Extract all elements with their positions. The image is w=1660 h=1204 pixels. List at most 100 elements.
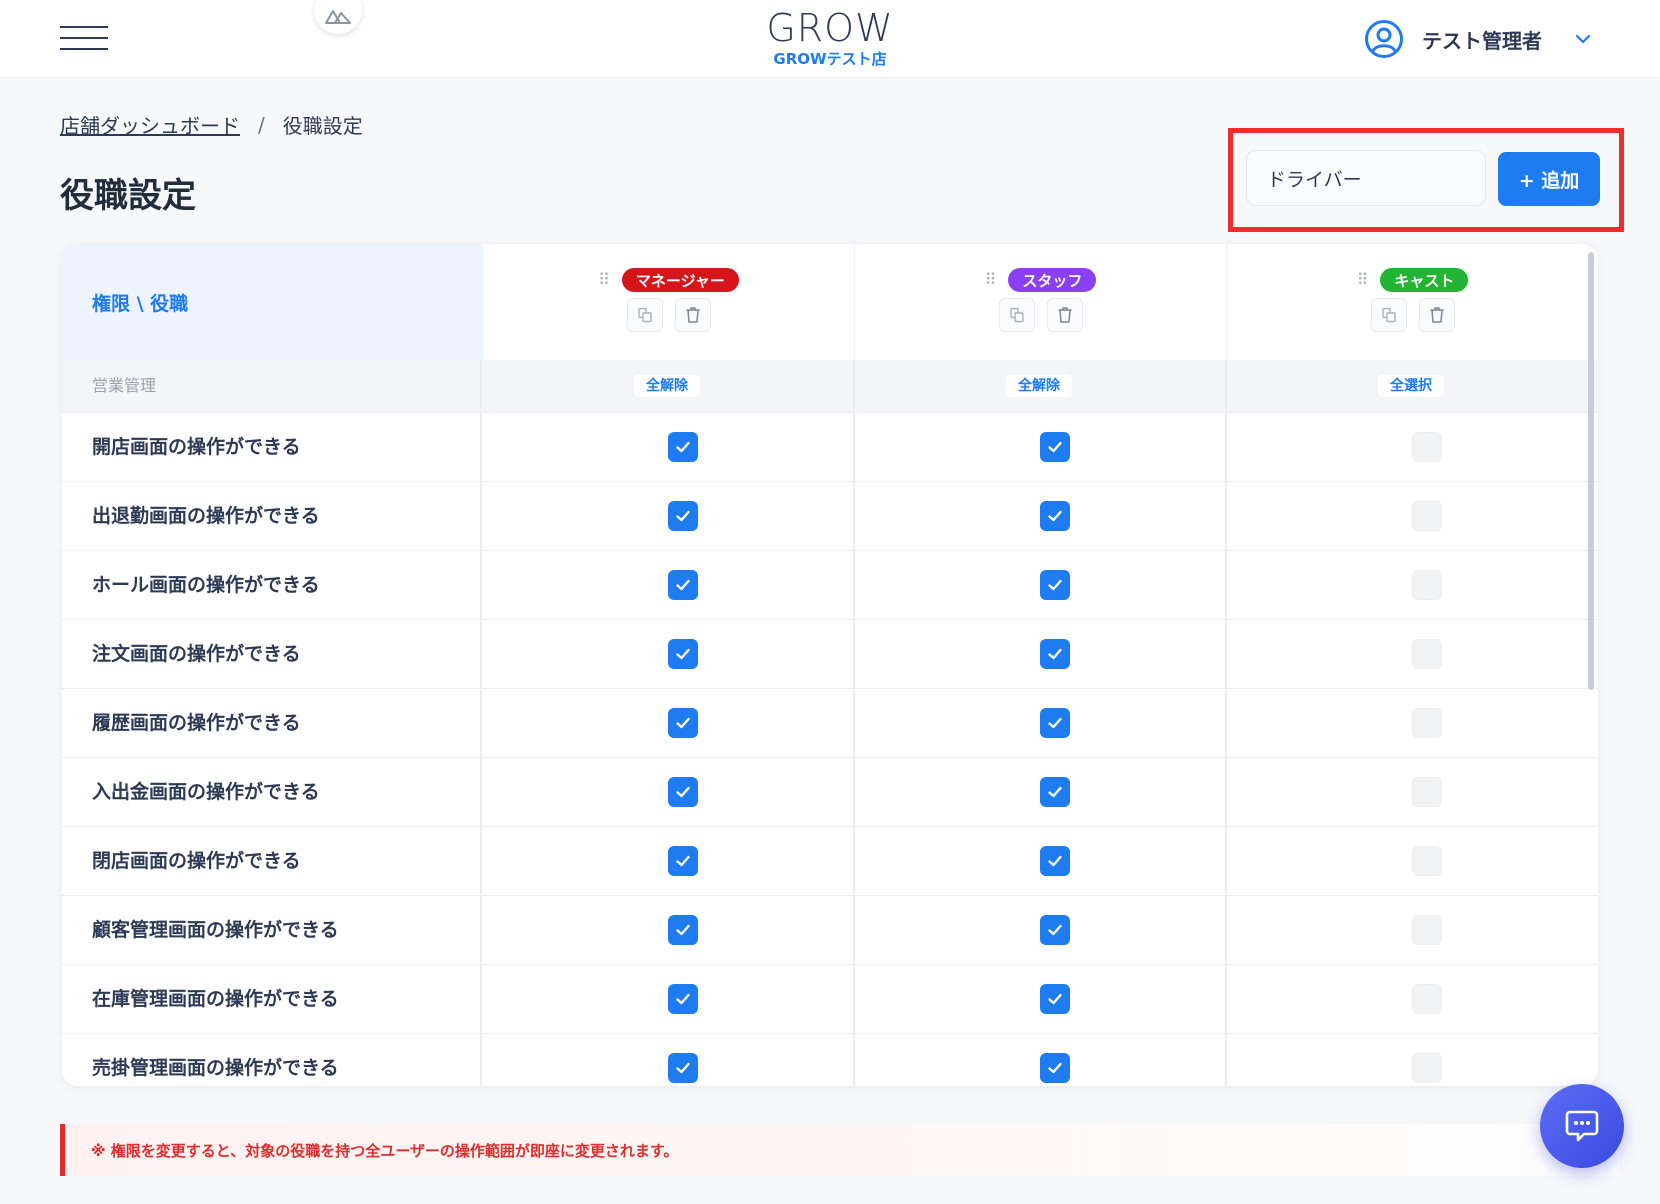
toggle-all-button-manager[interactable]: 全解除	[634, 375, 700, 397]
permission-checkbox[interactable]	[668, 432, 698, 462]
permission-checkbox[interactable]	[1412, 846, 1442, 876]
column-divider	[480, 360, 482, 1086]
copy-button[interactable]	[1370, 298, 1407, 332]
permission-checkbox[interactable]	[668, 639, 698, 669]
permission-label: 履歴画面の操作ができる	[92, 712, 301, 734]
breadcrumb-dashboard-link[interactable]: 店舗ダッシュボード	[60, 110, 240, 139]
copy-button[interactable]	[626, 298, 663, 332]
check-icon	[1048, 855, 1062, 867]
add-role-button[interactable]: + 追加	[1498, 152, 1600, 206]
user-menu[interactable]: テスト管理者	[1364, 18, 1592, 60]
permission-checkbox[interactable]	[1412, 570, 1442, 600]
permission-checkbox[interactable]	[668, 1053, 698, 1083]
permission-label: 閉店画面の操作ができる	[92, 850, 301, 872]
top-header: GROW GROWテスト店 テスト管理者	[0, 0, 1660, 78]
chat-icon	[1565, 1110, 1599, 1142]
table-scrollbar[interactable]	[1588, 252, 1594, 690]
nuxt-devtools-icon[interactable]	[314, 0, 362, 34]
section-label: 営業管理	[92, 376, 157, 395]
permission-checkbox[interactable]	[1040, 777, 1070, 807]
check-icon	[676, 1062, 690, 1074]
section-header-row: 営業管理 全解除 全解除 全選択	[62, 360, 1598, 412]
check-icon	[1048, 648, 1062, 660]
check-icon	[676, 924, 690, 936]
permission-checkbox[interactable]	[1412, 501, 1442, 531]
check-icon	[676, 441, 690, 453]
role-header-manager: ⠿ マネージャー	[482, 244, 854, 360]
permission-checkbox[interactable]	[1040, 984, 1070, 1014]
permission-checkbox[interactable]	[668, 846, 698, 876]
drag-handle-icon[interactable]: ⠿	[985, 272, 997, 288]
permission-checkbox[interactable]	[1412, 432, 1442, 462]
check-icon	[676, 717, 690, 729]
permission-checkbox[interactable]	[1040, 432, 1070, 462]
trash-icon	[1430, 307, 1443, 323]
page-title: 役職設定	[60, 176, 196, 216]
permission-label: 注文画面の操作ができる	[92, 643, 301, 665]
brand-logo: GROW	[766, 6, 894, 50]
role-header-staff: ⠿ スタッフ	[854, 244, 1226, 360]
permission-checkbox[interactable]	[668, 984, 698, 1014]
permission-row: 出退勤画面の操作ができる	[62, 481, 1598, 550]
permission-checkbox[interactable]	[668, 777, 698, 807]
permission-checkbox[interactable]	[1412, 1053, 1442, 1083]
permission-checkbox[interactable]	[1040, 915, 1070, 945]
permission-checkbox[interactable]	[1412, 984, 1442, 1014]
copy-button[interactable]	[998, 298, 1035, 332]
permission-change-notice: ※ 権限を変更すると、対象の役職を持つ全ユーザーの操作範囲が即座に変更されます。	[60, 1124, 1620, 1176]
permission-checkbox[interactable]	[1040, 639, 1070, 669]
delete-button[interactable]	[1418, 298, 1455, 332]
permission-checkbox[interactable]	[668, 501, 698, 531]
drag-handle-icon[interactable]: ⠿	[1357, 272, 1369, 288]
trash-icon	[686, 307, 699, 323]
permission-row: 注文画面の操作ができる	[62, 619, 1598, 688]
permission-checkbox[interactable]	[1412, 639, 1442, 669]
permission-checkbox[interactable]	[1412, 777, 1442, 807]
check-icon	[676, 993, 690, 1005]
check-icon	[1048, 441, 1062, 453]
permission-checkbox[interactable]	[668, 570, 698, 600]
permission-checkbox[interactable]	[668, 708, 698, 738]
permission-row: 閉店画面の操作ができる	[62, 826, 1598, 895]
permission-label: 顧客管理画面の操作ができる	[92, 919, 339, 941]
chat-button[interactable]	[1540, 1084, 1624, 1168]
permission-checkbox[interactable]	[1040, 570, 1070, 600]
breadcrumb: 店舗ダッシュボード / 役職設定	[60, 110, 363, 139]
permission-checkbox[interactable]	[1040, 1053, 1070, 1083]
user-name: テスト管理者	[1422, 28, 1542, 53]
delete-button[interactable]	[1046, 298, 1083, 332]
check-icon	[676, 510, 690, 522]
role-header-cast: ⠿ キャスト	[1226, 244, 1598, 360]
breadcrumb-current: 役職設定	[282, 114, 363, 138]
toggle-all-button-staff[interactable]: 全解除	[1006, 375, 1072, 397]
check-icon	[1048, 924, 1062, 936]
permission-row: 履歴画面の操作ができる	[62, 688, 1598, 757]
column-divider	[853, 360, 855, 1086]
drag-handle-icon[interactable]: ⠿	[598, 272, 610, 288]
check-icon	[1048, 1062, 1062, 1074]
copy-icon	[1381, 307, 1396, 323]
corner-header: 権限 \ 役職	[62, 244, 482, 360]
store-name: GROWテスト店	[773, 50, 887, 68]
hamburger-menu-icon[interactable]	[60, 24, 108, 52]
check-icon	[1048, 510, 1062, 522]
role-badge: マネージャー	[621, 268, 739, 292]
permission-checkbox[interactable]	[1412, 915, 1442, 945]
check-icon	[676, 579, 690, 591]
delete-button[interactable]	[674, 298, 711, 332]
check-icon	[676, 648, 690, 660]
toggle-all-button-cast[interactable]: 全選択	[1378, 375, 1444, 397]
permission-checkbox[interactable]	[1040, 846, 1070, 876]
permission-checkbox[interactable]	[1040, 708, 1070, 738]
role-name-input[interactable]	[1246, 150, 1486, 206]
permission-row: ホール画面の操作ができる	[62, 550, 1598, 619]
trash-icon	[1058, 307, 1071, 323]
check-icon	[1048, 579, 1062, 591]
chevron-down-icon	[1575, 34, 1591, 44]
permission-label: 入出金画面の操作ができる	[92, 781, 320, 803]
permission-checkbox[interactable]	[668, 915, 698, 945]
permission-checkbox[interactable]	[1412, 708, 1442, 738]
permission-checkbox[interactable]	[1040, 501, 1070, 531]
copy-icon	[637, 307, 652, 323]
check-icon	[676, 786, 690, 798]
